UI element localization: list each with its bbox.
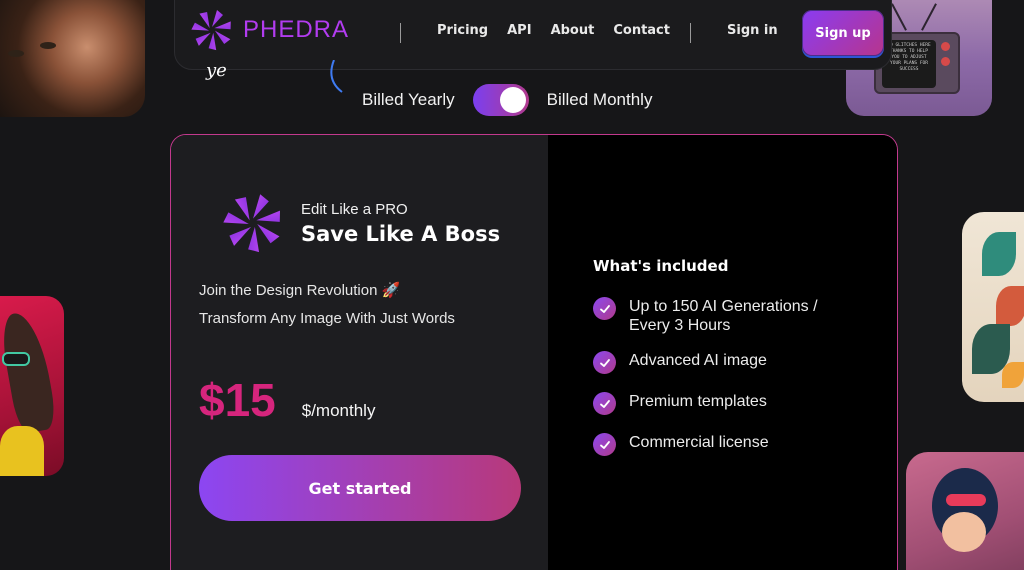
feature-text: Premium templates	[629, 393, 767, 410]
flowers-thumbnail	[962, 212, 1024, 402]
billed-monthly-label[interactable]: Billed Monthly	[547, 90, 653, 110]
pinwheel-logo-icon	[191, 10, 231, 51]
signup-button[interactable]: Sign up	[802, 10, 884, 56]
feature-item: Up to 150 AI Generations / Every 3 Hours	[593, 297, 859, 335]
feature-text: Advanced AI image	[629, 352, 767, 369]
check-icon	[593, 297, 616, 320]
plan-title: Save Like A Boss	[301, 221, 501, 246]
nav-divider-left	[400, 23, 401, 43]
plan-price: $15	[199, 374, 276, 426]
script-fragment: ye	[206, 60, 227, 81]
plan-description-line2: Transform Any Image With Just Words	[199, 310, 455, 327]
brand-name: PHEDRA	[243, 16, 350, 43]
plan-price-unit: $/monthly	[301, 401, 376, 420]
feature-text: Up to 150 AI Generations / Every 3 Hours	[629, 298, 818, 334]
top-navbar: PHEDRA Pricing API About Contact Sign in…	[174, 0, 892, 70]
nav-links: Pricing API About Contact	[437, 23, 670, 38]
feature-item: Advanced AI image	[593, 351, 859, 374]
billing-toggle-row: Billed Yearly Billed Monthly	[362, 84, 652, 116]
plan-header: Edit Like a PRO Save Like A Boss	[217, 187, 500, 259]
included-title: What's included	[593, 257, 729, 275]
pricing-card: Edit Like a PRO Save Like A Boss Join th…	[170, 134, 898, 570]
arrow-curve-icon	[330, 60, 343, 93]
nav-divider-right	[690, 23, 691, 43]
plan-panel: Edit Like a PRO Save Like A Boss Join th…	[171, 135, 548, 570]
feature-item: Premium templates	[593, 392, 859, 415]
face-thumbnail	[0, 0, 145, 117]
billing-toggle-switch[interactable]	[472, 84, 529, 116]
nav-link-about[interactable]: About	[551, 23, 595, 38]
nav-link-api[interactable]: API	[507, 23, 531, 38]
check-icon	[593, 392, 616, 415]
price-row: $15 $/monthly	[199, 373, 375, 427]
dog-thumbnail	[0, 296, 64, 476]
feature-text: Commercial license	[629, 434, 769, 451]
portrait-thumbnail	[906, 452, 1024, 570]
pinwheel-logo-icon	[223, 194, 280, 253]
get-started-button[interactable]: Get started	[199, 455, 521, 521]
check-icon	[593, 433, 616, 456]
billed-yearly-label[interactable]: Billed Yearly	[362, 90, 455, 110]
toggle-knob	[499, 87, 526, 113]
nav-link-pricing[interactable]: Pricing	[437, 23, 488, 38]
included-panel: What's included Up to 150 AI Generations…	[548, 135, 897, 570]
plan-titles: Edit Like a PRO Save Like A Boss	[301, 201, 500, 246]
feature-list: Up to 150 AI Generations / Every 3 Hours…	[593, 297, 859, 474]
brand[interactable]: PHEDRA	[187, 5, 349, 55]
nav-link-contact[interactable]: Contact	[613, 23, 670, 38]
plan-description-line1: Join the Design Revolution 🚀	[199, 282, 401, 299]
plan-kicker: Edit Like a PRO	[301, 200, 408, 218]
check-icon	[593, 351, 616, 374]
plan-description: Join the Design Revolution 🚀 Transform A…	[199, 277, 489, 333]
feature-item: Commercial license	[593, 433, 859, 456]
signin-link[interactable]: Sign in	[727, 23, 778, 38]
